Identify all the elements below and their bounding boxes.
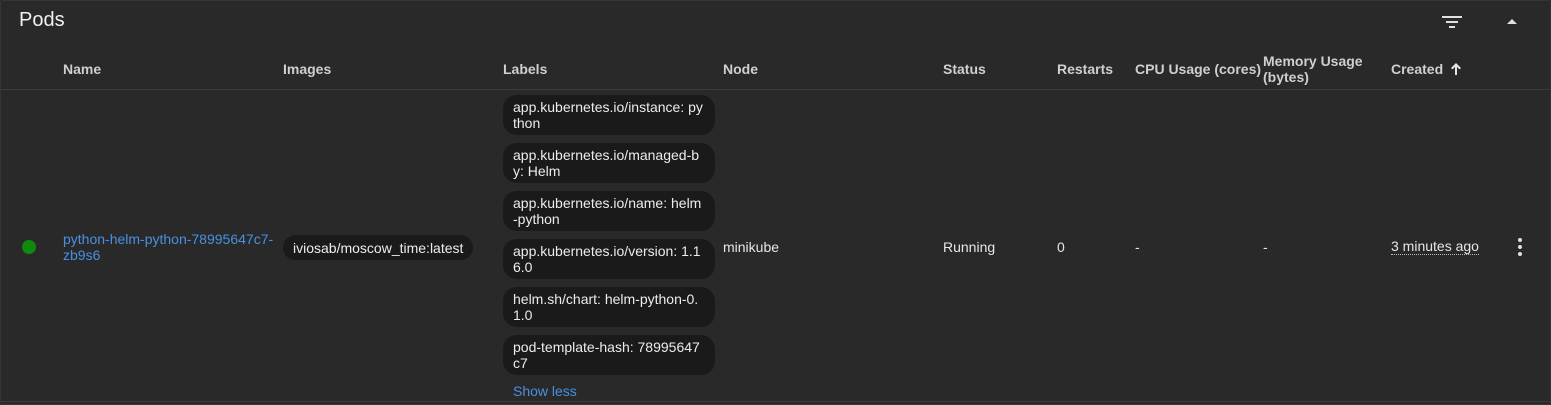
cpu-cell: -	[1135, 239, 1140, 255]
label-chip: app.kubernetes.io/managed-by: Helm	[503, 143, 715, 183]
card-title: Pods	[19, 9, 65, 31]
column-header-status[interactable]: Status	[943, 61, 986, 77]
column-header-cpu[interactable]: CPU Usage (cores)	[1135, 61, 1261, 77]
column-header-memory-line1: Memory Usage	[1263, 53, 1363, 69]
image-chip: iviosab/moscow_time:latest	[283, 235, 474, 260]
column-header-memory-line2: (bytes)	[1263, 69, 1309, 85]
header-divider	[1, 89, 1550, 90]
pod-name-link[interactable]: python-helm-python-78995647c7-zb9s6	[63, 231, 275, 263]
restarts-cell: 0	[1057, 239, 1065, 255]
label-chip: app.kubernetes.io/version: 1.16.0	[503, 239, 715, 279]
arrow-up-icon	[1451, 62, 1462, 75]
column-header-node[interactable]: Node	[723, 61, 758, 77]
row-divider	[1, 401, 1550, 402]
label-chip: pod-template-hash: 78995647c7	[503, 335, 715, 375]
column-header-images: Images	[283, 61, 332, 77]
status-cell: Running	[943, 239, 996, 255]
label-chip: app.kubernetes.io/name: helm-python	[503, 191, 715, 231]
filter-icon[interactable]	[1441, 13, 1463, 31]
node-cell: minikube	[723, 239, 780, 255]
label-chip: helm.sh/chart: helm-python-0.1.0	[503, 287, 715, 327]
column-header-labels: Labels	[503, 61, 548, 77]
column-header-created[interactable]: Created	[1391, 61, 1462, 77]
column-header-created-label: Created	[1391, 61, 1444, 77]
status-indicator-icon	[22, 240, 36, 254]
created-cell: 3 minutes ago	[1391, 238, 1479, 255]
more-vert-icon[interactable]	[1512, 237, 1528, 257]
memory-cell: -	[1263, 239, 1268, 255]
column-header-name[interactable]: Name	[63, 61, 101, 77]
pods-card: Pods Name Images Labels Node Status Rest…	[0, 0, 1551, 405]
column-header-restarts[interactable]: Restarts	[1057, 61, 1113, 77]
show-less-link[interactable]: Show less	[513, 383, 577, 399]
label-chip: app.kubernetes.io/instance: python	[503, 95, 715, 135]
collapse-icon[interactable]	[1501, 13, 1523, 31]
column-header-memory[interactable]: Memory Usage (bytes)	[1263, 53, 1363, 85]
